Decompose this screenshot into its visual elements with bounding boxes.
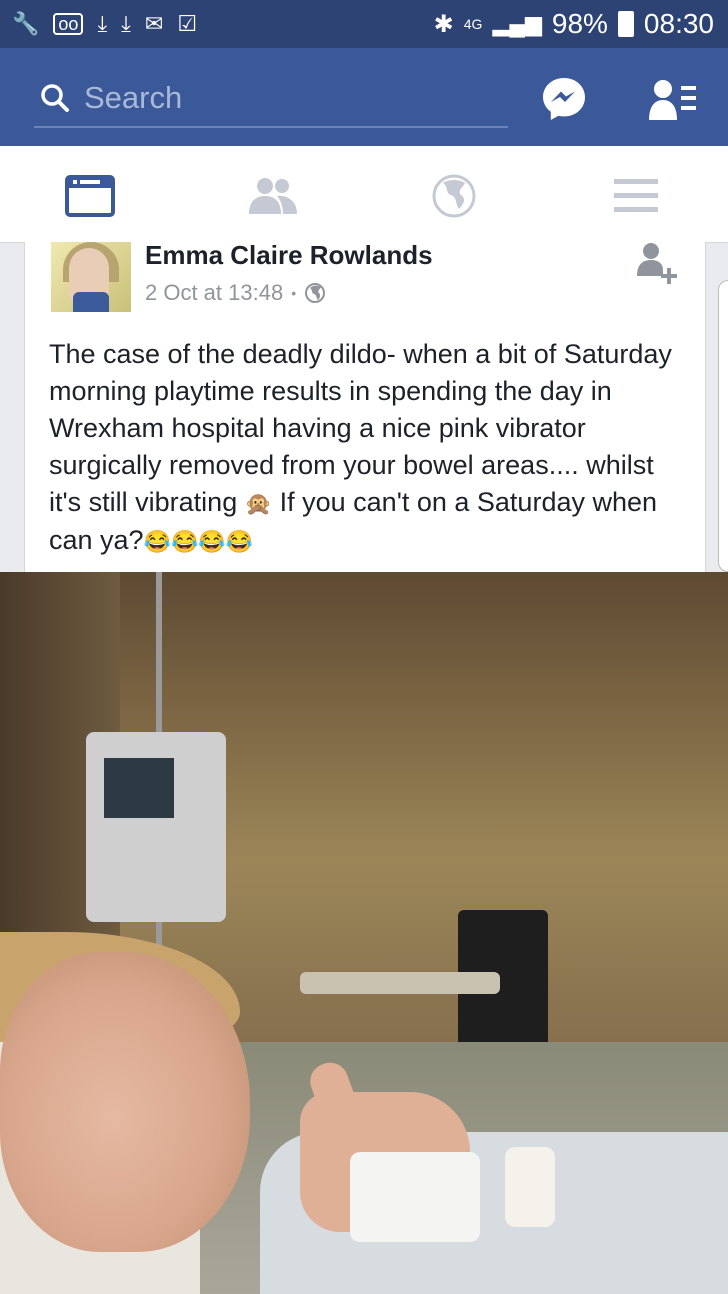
tab-more[interactable]: [606, 166, 666, 226]
adjacent-card-edge: [718, 280, 728, 572]
messenger-icon[interactable]: [541, 76, 587, 122]
post-meta: 2 Oct at 13:48 •: [145, 280, 326, 306]
battery-level: 98%: [551, 8, 608, 39]
post-photo[interactable]: [0, 572, 728, 1294]
clock: 08:30: [643, 8, 714, 39]
status-bar: 🔧 oo ⤓ ⤓ ✉ ☑ ✱ 4G ▂▄▆ 98% 08:30: [0, 0, 728, 48]
download-icon: ⤓: [97, 11, 108, 36]
post-timestamp[interactable]: 2 Oct at 13:48: [145, 280, 283, 306]
search-icon: [41, 84, 69, 112]
globe-icon: [432, 174, 476, 218]
mail-icon: ✉: [144, 11, 164, 36]
tab-news-feed[interactable]: [60, 166, 120, 226]
news-feed-icon: [65, 175, 115, 217]
post-author[interactable]: Emma Claire Rowlands: [145, 240, 433, 271]
network-type: 4G: [463, 16, 483, 32]
see-no-evil-emoji: 🙊: [244, 491, 273, 516]
voicemail-icon: oo: [53, 13, 84, 35]
bluetooth-icon: ✱: [433, 10, 454, 38]
add-friend-icon[interactable]: [631, 242, 679, 290]
clipboard-check-icon: ☑: [177, 11, 198, 36]
search-placeholder: Search: [84, 80, 183, 115]
wrench-icon: 🔧: [12, 11, 40, 36]
signal-icon: ▂▄▆: [492, 11, 542, 36]
menu-icon: [614, 179, 658, 212]
friend-requests-icon[interactable]: [648, 78, 698, 122]
post-card: Emma Claire Rowlands 2 Oct at 13:48 • Th…: [24, 240, 706, 572]
app-bar: Search: [0, 48, 728, 146]
bed-table: [300, 972, 500, 994]
notification-icons: 🔧 oo ⤓ ⤓ ✉ ☑: [12, 10, 197, 38]
tab-notifications[interactable]: [424, 166, 484, 226]
friends-icon: [249, 178, 297, 214]
laughing-emojis: 😂😂😂😂: [143, 529, 254, 554]
tab-friends[interactable]: [243, 166, 303, 226]
download-icon: ⤓: [121, 11, 131, 36]
meta-separator: •: [291, 285, 297, 301]
post-body: The case of the deadly dildo- when a bit…: [49, 336, 689, 560]
battery-icon: [617, 11, 634, 37]
search-input[interactable]: Search: [34, 70, 508, 128]
system-status: ✱ 4G ▂▄▆ 98% 08:30: [434, 8, 714, 40]
tab-bar: [0, 146, 728, 243]
avatar[interactable]: [51, 242, 131, 312]
iv-pump: [86, 732, 226, 922]
patient: [0, 952, 250, 1252]
public-globe-icon: [305, 283, 326, 303]
